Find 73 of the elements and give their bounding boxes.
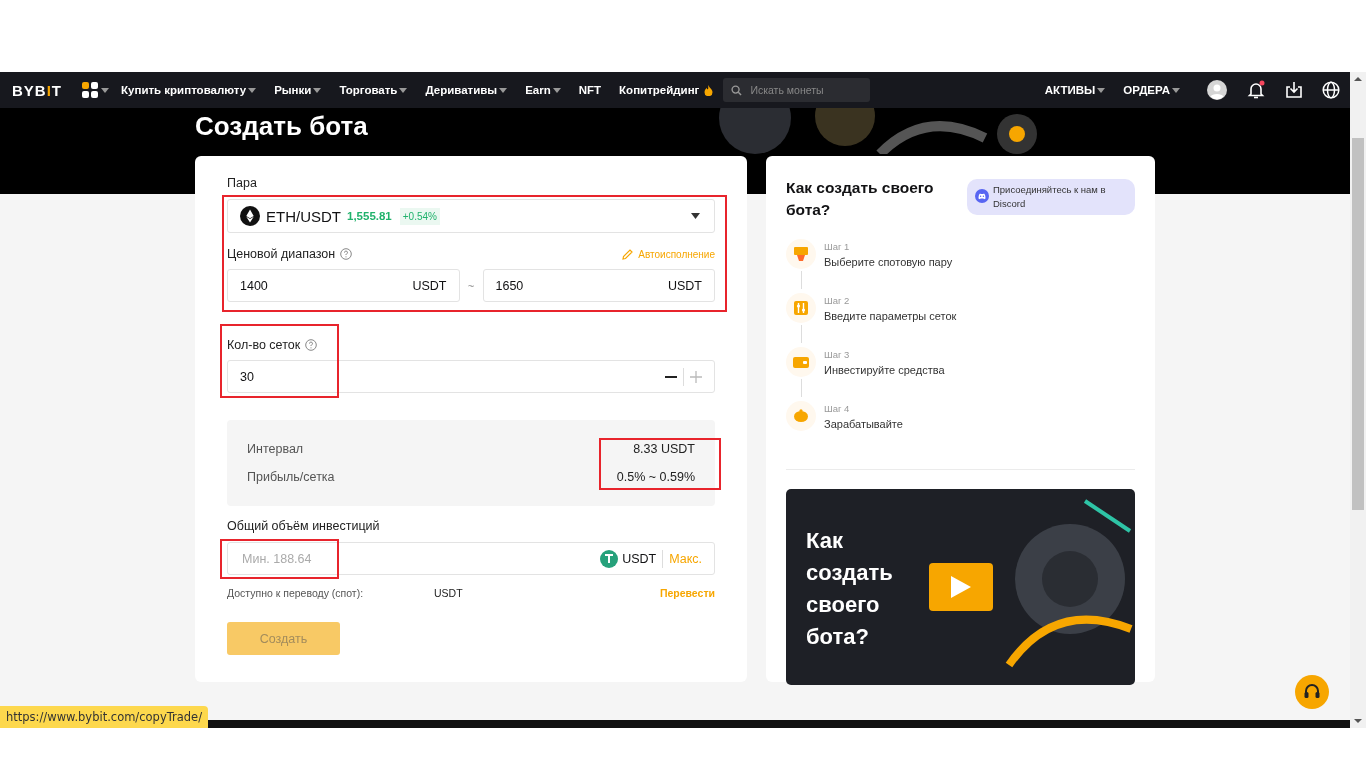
sliders-icon [794,301,808,315]
summary-label: Интервал [247,441,304,458]
price-change-badge: +0.54% [399,207,440,225]
pair-symbol: ETH/USDT [266,207,341,225]
discord-link[interactable]: Присоединяйтесь к нам в Discord [967,179,1135,215]
step-number: Шаг 2 [824,295,851,306]
range-separator: ~ [467,279,475,292]
step-description: Зарабатывайте [824,418,903,430]
coin-hand-icon [793,247,809,261]
nav-menu-item[interactable]: Рынки [274,84,322,96]
globe-icon[interactable] [1322,81,1340,99]
help-icon[interactable] [340,248,353,260]
play-icon [951,576,971,598]
field-value: 30 [240,369,254,384]
step-number: Шаг 1 [824,241,851,252]
field-label: Кол-во сеток [227,338,301,352]
nav-menu-item[interactable]: Earn [525,84,561,96]
headset-icon [1303,683,1321,701]
nav-menu-item[interactable]: Копитрейдинг [619,84,714,96]
nav-menu-item[interactable]: Торговать [339,84,408,96]
scroll-down-icon[interactable] [1354,719,1362,723]
field-label: Общий объём инвестиций [227,519,381,533]
discord-icon [975,189,989,203]
avatar-icon[interactable] [1207,80,1227,100]
step-description: Выберите спотовую пару [824,256,953,268]
step-number: Шаг 3 [824,349,851,360]
pair-dropdown[interactable]: ETH/USDT 1,555.81 +0.54% [227,199,715,233]
video-title: Как создать своего бота? [806,527,894,651]
field-label: Ценовой диапазон [227,247,336,261]
step-number: Шаг 4 [824,403,851,414]
step-description: Введите параметры сеток [824,310,957,322]
pencil-icon [622,248,634,260]
available-label: Доступно к переводу (спот): [227,587,365,599]
tether-icon [600,549,619,568]
field-value: 1650 [495,278,524,293]
nav-menu-item[interactable]: ОРДЕРА [1123,84,1180,96]
fire-icon [704,84,714,96]
investment-field[interactable]: Мин. 188.64 USDT Макс. [227,542,715,575]
unit-label: USDT [667,278,702,293]
status-url: https://www.bybit.com/copyTrade/ [0,706,209,728]
search-icon [731,85,743,96]
support-button[interactable] [1295,675,1329,709]
field-label: Пара [227,176,258,190]
grid-count-field[interactable]: 30 [227,360,715,393]
caret-icon [691,213,700,219]
field-value: 1400 [240,278,268,293]
logo[interactable]: BYBIT [12,81,62,99]
max-price-field[interactable]: 1650 USDT [482,269,715,302]
wallet-icon [793,356,809,368]
min-price-field[interactable]: 1400 USDT [227,269,460,302]
nav-menu-item[interactable]: NFT [578,84,602,96]
unit-label: USDT [622,551,657,566]
summary-value: 8.33 USDT [633,441,695,458]
download-icon[interactable] [1285,81,1303,99]
unit-label: USDT [412,278,447,293]
piggy-bank-icon [793,409,809,423]
nav-menu-item[interactable]: Деривативы [425,84,508,96]
video-banner[interactable]: Как создать своего бота? [786,489,1135,685]
apps-menu-button[interactable] [82,82,109,98]
summary-label: Прибыль/сетка [247,469,335,486]
search-field[interactable]: Искать монеты [723,78,871,102]
pair-price: 1,555.81 [347,210,392,222]
page-title: Создать бота [195,110,368,143]
help-icon[interactable] [305,339,318,351]
summary-value: 0.5% ~ 0.59% [616,469,695,486]
nav-menu-item[interactable]: Купить криптовалюту [121,84,257,96]
step-description: Инвестируйте средства [824,364,945,376]
guide-title: Как создать своего бота? [786,178,935,220]
nav-menu-item[interactable]: АКТИВЫ [1044,84,1106,96]
ethereum-icon [240,206,260,226]
bell-icon[interactable] [1246,80,1266,100]
available-value: USDT [434,587,463,599]
scroll-up-icon[interactable] [1354,77,1362,81]
